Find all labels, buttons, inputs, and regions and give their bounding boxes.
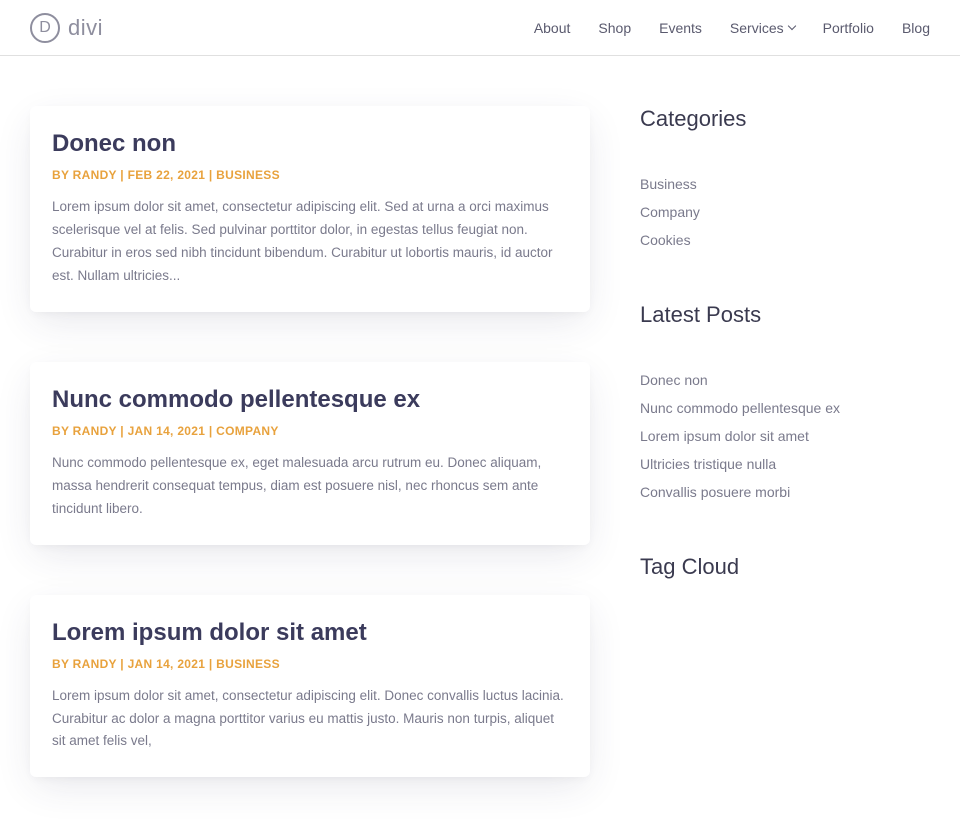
chevron-down-icon [787,22,795,30]
latest-post-item[interactable]: Convallis posuere morbi [640,478,920,506]
categories-widget: Categories Business Company Cookies [640,106,920,254]
latest-post-item[interactable]: Nunc commodo pellentesque ex [640,394,920,422]
nav-services-label: Services [730,20,784,36]
category-item[interactable]: Business [640,170,920,198]
nav-portfolio[interactable]: Portfolio [823,20,874,36]
main-content: Donec non BY RANDY | FEB 22, 2021 | BUSI… [30,106,590,827]
widget-title: Categories [640,106,920,132]
logo[interactable]: D divi [30,13,103,43]
logo-icon: D [30,13,60,43]
post-meta[interactable]: BY RANDY | JAN 14, 2021 | COMPANY [52,424,568,438]
post-meta[interactable]: BY RANDY | JAN 14, 2021 | BUSINESS [52,657,568,671]
categories-list: Business Company Cookies [640,170,920,254]
logo-text: divi [68,15,103,41]
nav-services[interactable]: Services [730,20,795,36]
latest-post-item[interactable]: Donec non [640,366,920,394]
nav-blog[interactable]: Blog [902,20,930,36]
post-title[interactable]: Lorem ipsum dolor sit amet [52,619,568,647]
nav-events[interactable]: Events [659,20,702,36]
nav-shop[interactable]: Shop [598,20,631,36]
nav-about[interactable]: About [534,20,571,36]
post-meta[interactable]: BY RANDY | FEB 22, 2021 | BUSINESS [52,168,568,182]
post-excerpt: Lorem ipsum dolor sit amet, consectetur … [52,685,568,754]
sidebar: Categories Business Company Cookies Late… [640,106,920,827]
post-excerpt: Nunc commodo pellentesque ex, eget males… [52,452,568,521]
main-nav: About Shop Events Services Portfolio Blo… [534,20,930,36]
category-item[interactable]: Company [640,198,920,226]
tag-cloud-widget: Tag Cloud [640,554,920,580]
post-card: Nunc commodo pellentesque ex BY RANDY | … [30,362,590,545]
latest-post-item[interactable]: Lorem ipsum dolor sit amet [640,422,920,450]
widget-title: Latest Posts [640,302,920,328]
latest-post-item[interactable]: Ultricies tristique nulla [640,450,920,478]
post-title[interactable]: Donec non [52,130,568,158]
latest-posts-widget: Latest Posts Donec non Nunc commodo pell… [640,302,920,506]
post-title[interactable]: Nunc commodo pellentesque ex [52,386,568,414]
post-card: Lorem ipsum dolor sit amet BY RANDY | JA… [30,595,590,778]
post-excerpt: Lorem ipsum dolor sit amet, consectetur … [52,196,568,288]
latest-posts-list: Donec non Nunc commodo pellentesque ex L… [640,366,920,506]
site-header: D divi About Shop Events Services Portfo… [0,0,960,56]
category-item[interactable]: Cookies [640,226,920,254]
widget-title: Tag Cloud [640,554,920,580]
post-card: Donec non BY RANDY | FEB 22, 2021 | BUSI… [30,106,590,312]
content-container: Donec non BY RANDY | FEB 22, 2021 | BUSI… [0,56,960,827]
